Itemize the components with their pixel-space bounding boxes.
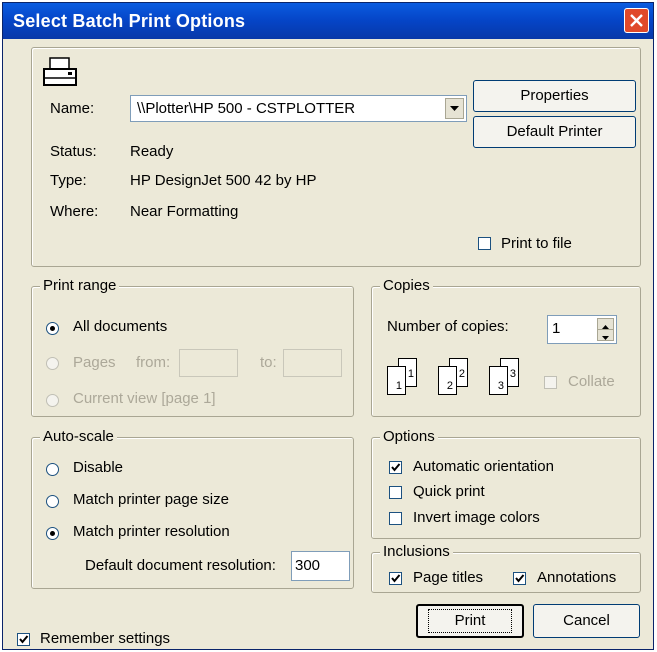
printer-name-select[interactable]: \\Plotter\HP 500 - CSTPLOTTER xyxy=(130,95,467,122)
spinner-down-icon xyxy=(602,336,609,340)
match-resolution-radio[interactable] xyxy=(46,527,59,540)
auto-scale-legend: Auto-scale xyxy=(40,428,117,445)
remember-settings-label: Remember settings xyxy=(40,630,171,647)
page-digit: 3 xyxy=(509,368,516,380)
printer-icon xyxy=(43,57,77,86)
close-button[interactable] xyxy=(624,8,649,33)
to-field[interactable] xyxy=(283,349,342,377)
copies-value: 1 xyxy=(552,320,561,337)
number-of-copies-label: Number of copies: xyxy=(387,318,509,335)
print-range-group: Print range All documents Pages from: to… xyxy=(31,277,354,417)
disable-radio[interactable] xyxy=(46,463,59,476)
current-view-radio[interactable] xyxy=(46,394,59,407)
pages-label: Pages xyxy=(73,354,116,371)
current-view-label: Current view [page 1] xyxy=(73,390,216,407)
auto-scale-group: Auto-scale Disable Match printer page si… xyxy=(31,428,354,589)
dialog-window: Select Batch Print Options Name: \\Plott… xyxy=(2,2,654,650)
remember-settings-checkbox[interactable] xyxy=(17,633,30,646)
page-titles-checkbox[interactable] xyxy=(389,572,402,585)
invert-colors-checkbox[interactable] xyxy=(389,512,402,525)
page-digit: 2 xyxy=(458,368,465,380)
page-digit: 1 xyxy=(395,380,402,392)
type-value: HP DesignJet 500 42 by HP xyxy=(130,172,317,189)
inclusions-legend: Inclusions xyxy=(380,543,453,560)
match-page-size-radio[interactable] xyxy=(46,495,59,508)
dropdown-arrow-icon xyxy=(450,106,459,111)
match-page-size-label: Match printer page size xyxy=(73,491,229,508)
invert-colors-label: Invert image colors xyxy=(413,509,540,526)
match-resolution-label: Match printer resolution xyxy=(73,523,230,540)
options-group: Options Automatic orientation Quick prin… xyxy=(371,428,641,539)
all-documents-label: All documents xyxy=(73,318,168,335)
quick-print-checkbox[interactable] xyxy=(389,486,402,499)
cancel-label: Cancel xyxy=(563,612,610,629)
page-digit: 2 xyxy=(446,380,453,392)
pages-radio[interactable] xyxy=(46,357,59,370)
default-resolution-label: Default document resolution: xyxy=(85,557,276,574)
collate-pages-icon: 1 1 2 2 3 3 xyxy=(387,358,537,398)
to-label: to: xyxy=(260,354,277,371)
checkmark-icon xyxy=(19,635,29,644)
checkmark-icon xyxy=(391,574,401,583)
print-range-legend: Print range xyxy=(40,277,120,294)
quick-print-label: Quick print xyxy=(413,483,485,500)
copies-group: Copies Number of copies: 1 1 1 2 2 3 3 C… xyxy=(371,277,641,417)
page-digit: 3 xyxy=(497,380,504,392)
status-value: Ready xyxy=(130,143,174,160)
page-digit: 1 xyxy=(407,368,414,380)
print-to-file-checkbox[interactable] xyxy=(478,237,491,250)
default-resolution-field[interactable]: 300 xyxy=(291,551,350,581)
collate-label: Collate xyxy=(568,373,615,390)
from-label: from: xyxy=(136,354,171,371)
spinner-down-button[interactable] xyxy=(597,329,614,341)
copies-legend: Copies xyxy=(380,277,433,294)
default-printer-label: Default Printer xyxy=(506,123,603,140)
print-to-file-label: Print to file xyxy=(501,235,572,252)
inclusions-group: Inclusions Page titles Annotations xyxy=(371,543,641,593)
default-printer-button[interactable]: Default Printer xyxy=(473,116,636,148)
print-label: Print xyxy=(427,609,513,633)
collate-checkbox[interactable] xyxy=(544,376,557,389)
name-label: Name: xyxy=(50,100,95,117)
automatic-orientation-label: Automatic orientation xyxy=(413,458,554,475)
options-legend: Options xyxy=(380,428,438,445)
properties-label: Properties xyxy=(520,87,589,104)
where-label: Where: xyxy=(50,203,99,220)
checkmark-icon xyxy=(515,574,525,583)
checkmark-icon xyxy=(391,463,401,472)
title-bar[interactable]: Select Batch Print Options xyxy=(3,3,653,39)
print-button[interactable]: Print xyxy=(416,604,524,638)
page-titles-label: Page titles xyxy=(413,569,484,586)
annotations-checkbox[interactable] xyxy=(513,572,526,585)
printer-group: Name: \\Plotter\HP 500 - CSTPLOTTER Stat… xyxy=(31,47,641,267)
automatic-orientation-checkbox[interactable] xyxy=(389,461,402,474)
printer-name-value: \\Plotter\HP 500 - CSTPLOTTER xyxy=(137,100,356,117)
radio-dot xyxy=(50,326,55,331)
radio-dot xyxy=(50,531,55,536)
copies-spinner[interactable]: 1 xyxy=(547,315,617,344)
dropdown-button[interactable] xyxy=(445,98,464,119)
collate-page: 1 xyxy=(387,366,406,395)
annotations-label: Annotations xyxy=(537,569,617,586)
close-icon xyxy=(630,14,643,27)
collate-page: 3 xyxy=(489,366,508,395)
properties-button[interactable]: Properties xyxy=(473,80,636,112)
collate-page: 2 xyxy=(438,366,457,395)
cancel-button[interactable]: Cancel xyxy=(533,604,640,638)
where-value: Near Formatting xyxy=(130,203,239,220)
default-resolution-value: 300 xyxy=(295,557,321,574)
disable-label: Disable xyxy=(73,459,124,476)
status-label: Status: xyxy=(50,143,97,160)
from-field[interactable] xyxy=(179,349,238,377)
type-label: Type: xyxy=(50,172,87,189)
window-title: Select Batch Print Options xyxy=(13,11,246,31)
all-documents-radio[interactable] xyxy=(46,322,59,335)
